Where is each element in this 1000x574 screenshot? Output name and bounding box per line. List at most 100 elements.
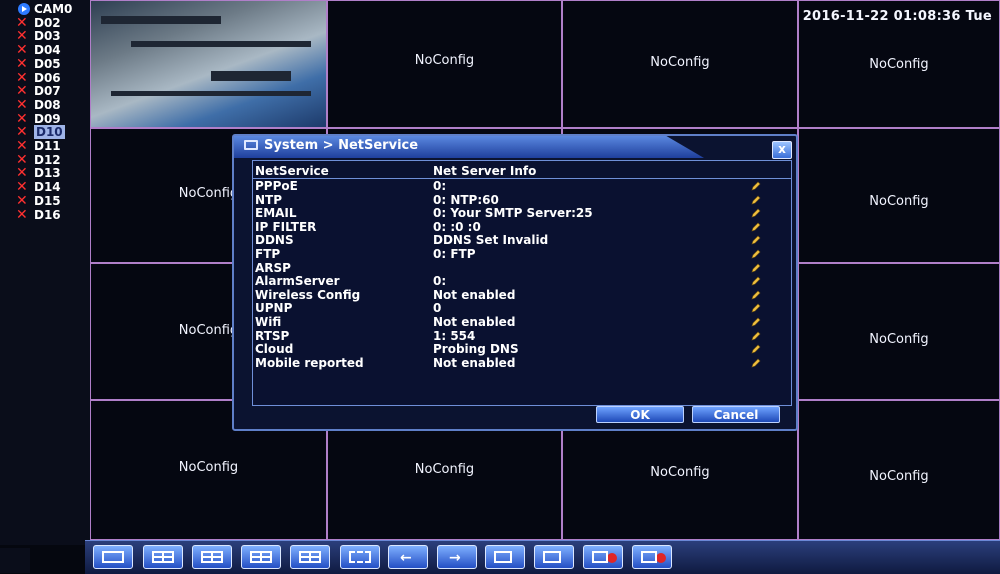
service-name: PPPoE	[255, 179, 298, 193]
service-info: DDNS Set Invalid	[433, 233, 549, 248]
service-name: ARSP	[255, 260, 291, 275]
disconnected-x-icon: ✕	[16, 96, 28, 113]
edit-pencil-icon[interactable]	[751, 222, 761, 232]
channel-item[interactable]: ✕ D16	[16, 208, 61, 222]
netservice-table: NetService Net Server Info PPPoE 0: NTP 0: …	[252, 160, 792, 406]
single-view-button[interactable]	[93, 545, 133, 569]
netservice-row[interactable]: Wifi Not enabled	[253, 315, 791, 330]
netservice-row[interactable]: NTP 0: NTP:60	[253, 192, 791, 208]
channel-label: D16	[34, 207, 61, 222]
service-name: NTP	[255, 192, 283, 207]
netservice-row[interactable]: RTSP 1: 554	[253, 328, 791, 344]
cancel-button[interactable]: Cancel	[692, 406, 780, 423]
netservice-row[interactable]: ARSP	[253, 260, 791, 276]
alarm-record-button[interactable]	[632, 545, 672, 569]
channel-item[interactable]: ✕ D05	[16, 57, 61, 71]
video-cell[interactable]: NoConfig	[562, 0, 798, 128]
channel-label: D14	[34, 180, 61, 195]
netservice-row[interactable]: AlarmServer 0:	[253, 274, 791, 289]
channel-item[interactable]: ✕ D04	[16, 43, 61, 57]
netservice-row[interactable]: IP FILTER 0: :0 :0	[253, 219, 791, 235]
alarm-record-icon	[641, 551, 657, 563]
previous-page-button[interactable]: ←	[388, 545, 428, 569]
edit-pencil-icon[interactable]	[751, 276, 761, 286]
video-frame-detail	[211, 71, 291, 81]
service-name: RTSP	[255, 328, 290, 343]
service-name: UPNP	[255, 301, 293, 316]
table-header: NetService Net Server Info	[253, 164, 791, 179]
service-info: 1: 554	[433, 328, 476, 343]
edit-pencil-icon[interactable]	[751, 263, 761, 273]
channel-item[interactable]: CAM0	[18, 2, 72, 16]
service-name: DDNS	[255, 233, 294, 248]
channel-item[interactable]: ✕ D15	[16, 194, 61, 208]
channel-label: D06	[34, 70, 61, 85]
noconfig-label: NoConfig	[650, 55, 710, 70]
netservice-row[interactable]: Mobile reported Not enabled	[253, 355, 791, 371]
playback-button[interactable]	[485, 545, 525, 569]
fullscreen-button[interactable]	[340, 545, 380, 569]
header-netservice: NetService	[255, 164, 329, 178]
netservice-row[interactable]: PPPoE 0:	[253, 179, 791, 194]
ok-button[interactable]: OK	[596, 406, 684, 423]
edit-pencil-icon[interactable]	[751, 208, 761, 218]
nine-view-button[interactable]	[241, 545, 281, 569]
channel-label: D04	[34, 43, 61, 58]
channel-list: CAM0 ✕ D02 ✕ D03 ✕ D04 ✕ D05 ✕ D06 ✕ D07 ✕ D08 ✕ D09 ✕ D10…	[0, 0, 90, 545]
six-view-button[interactable]	[192, 545, 232, 569]
video-cell[interactable]: NoConfig	[327, 0, 562, 128]
disconnected-x-icon: ✕	[16, 206, 28, 223]
video-record-button[interactable]	[583, 545, 623, 569]
disconnected-x-icon: ✕	[16, 138, 28, 154]
edit-pencil-icon[interactable]	[751, 317, 761, 327]
fullscreen-icon	[349, 551, 371, 563]
netservice-row[interactable]: Wireless Config Not enabled	[253, 288, 791, 303]
netservice-row[interactable]: Cloud Probing DNS	[253, 342, 791, 357]
datetime-display: 2016-11-22 01:08:36 Tue	[802, 9, 992, 24]
edit-pencil-icon[interactable]	[751, 331, 761, 341]
channel-item[interactable]: ✕ D11	[16, 139, 61, 153]
service-name: Mobile reported	[255, 355, 364, 370]
channel-label: D12	[34, 152, 61, 167]
next-page-icon: →	[449, 550, 461, 566]
netservice-row[interactable]: UPNP 0	[253, 301, 791, 316]
sixteen-view-icon	[299, 551, 321, 563]
edit-pencil-icon[interactable]	[751, 195, 761, 205]
noconfig-label: NoConfig	[869, 332, 929, 347]
service-info: Not enabled	[433, 315, 516, 329]
netservice-row[interactable]: DDNS DDNS Set Invalid	[253, 233, 791, 248]
playback-icon	[494, 551, 512, 563]
camera-video-cell[interactable]	[90, 0, 327, 128]
video-cell[interactable]: NoConfig	[798, 400, 1000, 540]
previous-page-icon: ←	[400, 550, 412, 566]
disconnected-x-icon: ✕	[16, 55, 28, 72]
netservice-row[interactable]: FTP 0: FTP	[253, 247, 791, 262]
record-button[interactable]	[534, 545, 574, 569]
service-name: EMAIL	[255, 206, 297, 221]
video-frame-detail	[111, 91, 311, 96]
video-cell[interactable]: NoConfig	[798, 128, 1000, 263]
header-net-server-info: Net Server Info	[433, 164, 537, 178]
edit-pencil-icon[interactable]	[751, 303, 761, 313]
record-dot-icon	[656, 553, 666, 563]
noconfig-label: NoConfig	[869, 57, 929, 72]
service-info: Probing DNS	[433, 342, 519, 357]
sixteen-view-button[interactable]	[290, 545, 330, 569]
video-cell[interactable]: NoConfig	[798, 263, 1000, 400]
edit-pencil-icon[interactable]	[751, 344, 761, 354]
edit-pencil-icon[interactable]	[751, 181, 761, 191]
noconfig-label: NoConfig	[869, 469, 929, 484]
channel-item[interactable]: ✕ D08	[16, 98, 61, 112]
channel-item[interactable]: ✕ D14	[16, 180, 61, 194]
netservice-row[interactable]: EMAIL 0: Your SMTP Server:25	[253, 206, 791, 221]
service-info: 0: :0 :0	[433, 219, 481, 234]
quad-view-button[interactable]	[143, 545, 183, 569]
edit-pencil-icon[interactable]	[751, 235, 761, 245]
channel-label: D15	[34, 193, 61, 208]
next-page-button[interactable]: →	[437, 545, 477, 569]
edit-pencil-icon[interactable]	[751, 358, 761, 368]
channel-label: D11	[34, 139, 61, 153]
edit-pencil-icon[interactable]	[751, 290, 761, 300]
edit-pencil-icon[interactable]	[751, 249, 761, 259]
close-button[interactable]: x	[772, 141, 792, 159]
